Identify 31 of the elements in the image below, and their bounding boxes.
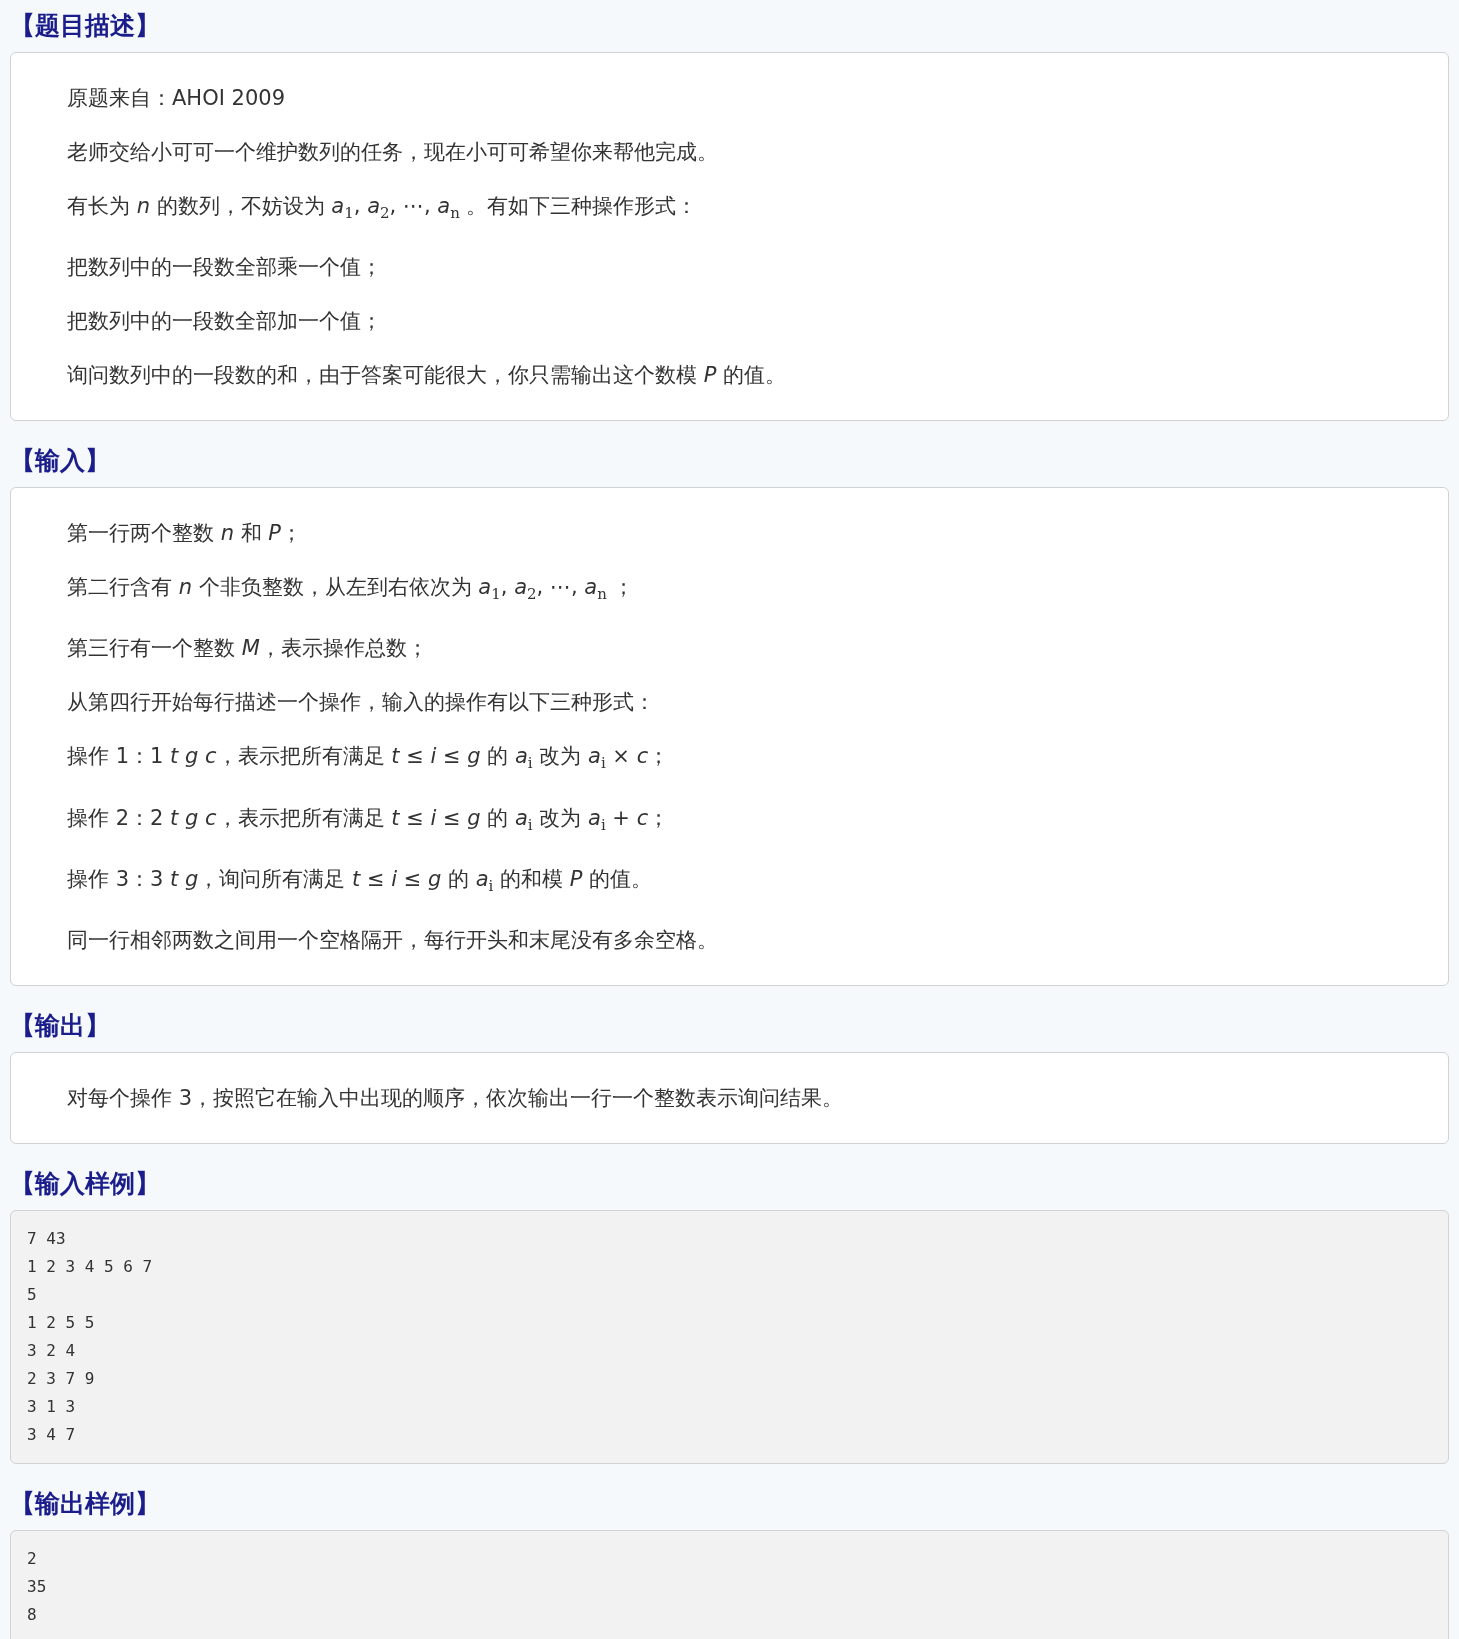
paragraph: 操作 1：1 t g c，表示把所有满足 t ≤ i ≤ g 的 a$_{i}$ 改为 a$_{i}$ × c； (67, 743, 671, 775)
code-line: 7 43 (27, 1227, 67, 1250)
paragraph: 同一行相邻两数之间用一个空格隔开，每行开头和末尾没有多余空格。 (67, 926, 719, 954)
paragraph: 第二行含有 n 个非负整数，从左到右依次为 a$_{1}$, a$_{2}$, ⋯, a$_{n}$ ； (67, 574, 636, 606)
paragraph: 操作 2：2 t g c，表示把所有满足 t ≤ i ≤ g 的 a$_{i}$ 改为 a$_{i}$ + c； (67, 804, 671, 836)
section-heading: 【输出】 (10, 1009, 111, 1042)
code-line: 35 (27, 1575, 48, 1598)
paragraph: 老师交给小可可一个维护数列的任务，现在小可可希望你来帮他完成。 (67, 139, 719, 166)
paragraph: 第三行有一个整数 M，表示操作总数； (67, 635, 429, 663)
paragraph: 从第四行开始每行描述一个操作，输入的操作有以下三种形式： (67, 689, 656, 717)
section-heading: 【输出样例】 (10, 1487, 161, 1520)
section-heading: 【输入样例】 (10, 1167, 161, 1200)
section-heading: 【题目描述】 (10, 10, 161, 42)
code-line: 1 2 3 4 5 6 7 (27, 1255, 154, 1278)
code-line: 3 4 7 (27, 1423, 77, 1446)
paragraph: 操作 3：3 t g，询问所有满足 t ≤ i ≤ g 的 a$_{i}$ 的和模 P 的值。 (67, 865, 654, 897)
paragraph: 第一行两个整数 n 和 P； (67, 520, 304, 548)
code-line: 5 (27, 1283, 38, 1306)
section-heading: 【输入】 (10, 445, 111, 478)
code-line: 1 2 5 5 (27, 1311, 96, 1334)
paragraph: 把数列中的一段数全部加一个值； (67, 308, 383, 336)
code-line: 2 (27, 1547, 38, 1570)
paragraph: 把数列中的一段数全部乘一个值； (67, 254, 383, 282)
paragraph: 询问数列中的一段数的和，由于答案可能很大，你只需输出这个数模 P 的值。 (67, 362, 788, 390)
paragraph: 对每个操作 3，按照它在输入中出现的顺序，依次输出一行一个整数表示询问结果。 (67, 1084, 845, 1112)
code-line: 3 2 4 (27, 1339, 77, 1362)
code-line: 3 1 3 (27, 1395, 77, 1418)
paragraph: 有长为 n 的数列，不妨设为 a$_{1}$, a$_{2}$, ⋯, a$_{n}$ 。有如下三种操作形式： (67, 193, 699, 225)
paragraph: 原题来自：AHOI 2009 (67, 85, 286, 112)
code-line: 8 (27, 1603, 38, 1626)
code-line: 2 3 7 9 (27, 1367, 96, 1390)
